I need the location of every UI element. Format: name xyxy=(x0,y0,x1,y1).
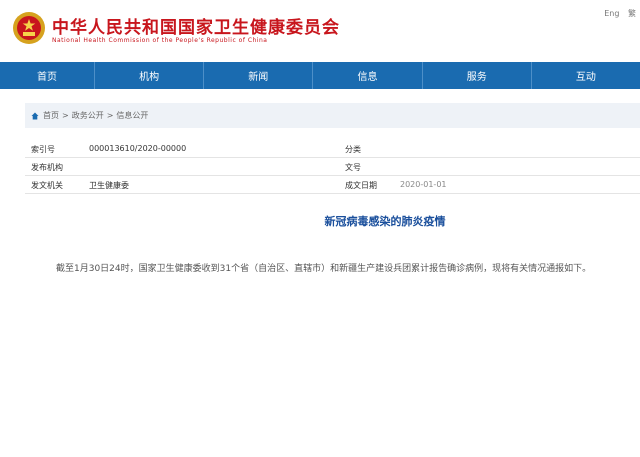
english-link[interactable]: Eng xyxy=(604,9,619,18)
site-title[interactable]: 中华人民共和国国家卫生健康委员会 xyxy=(52,13,340,38)
nav-item-news[interactable]: 新闻 xyxy=(204,62,314,89)
site-header: 中华人民共和国国家卫生健康委员会 National Health Commiss… xyxy=(0,0,640,60)
nav-item-institutions[interactable]: 机构 xyxy=(95,62,205,89)
meta-label-doc-number: 文号 xyxy=(345,163,361,172)
breadcrumb-item-info-disclosure[interactable]: 信息公开 xyxy=(116,110,148,121)
nav-item-home[interactable]: 首页 xyxy=(0,62,95,89)
meta-label-publisher: 发布机构 xyxy=(31,163,63,172)
main-nav: 首页 机构 新闻 信息 服务 互动 xyxy=(0,62,640,89)
home-icon[interactable] xyxy=(31,112,39,120)
traditional-chinese-link[interactable]: 繁 xyxy=(628,9,636,18)
meta-value-issuer: 卫生健康委 xyxy=(89,181,129,190)
meta-label-issuer: 发文机关 xyxy=(31,181,63,190)
top-links: Eng 繁 xyxy=(598,8,636,19)
breadcrumb-item-open-government[interactable]: 政务公开 xyxy=(72,110,104,121)
nav-item-information[interactable]: 信息 xyxy=(313,62,423,89)
meta-row: 发文机关 卫生健康委 成文日期 2020-01-01 xyxy=(25,176,640,194)
document-meta-table: 索引号 000013610/2020-00000 分类 发布机构 文号 发文机关… xyxy=(25,140,640,194)
breadcrumb: 首页 > 政务公开 > 信息公开 xyxy=(25,103,640,128)
breadcrumb-separator: > xyxy=(62,111,69,120)
article-body: 截至1月30日24时，国家卫生健康委收到31个省（自治区、直辖市）和新疆生产建设… xyxy=(56,264,592,274)
meta-value-index: 000013610/2020-00000 xyxy=(89,144,187,153)
meta-label-date: 成文日期 xyxy=(345,181,377,190)
meta-row: 索引号 000013610/2020-00000 分类 xyxy=(25,140,640,158)
nav-item-interaction[interactable]: 互动 xyxy=(532,62,640,89)
meta-label-category: 分类 xyxy=(345,145,361,154)
breadcrumb-item-home[interactable]: 首页 xyxy=(43,110,59,121)
breadcrumb-separator: > xyxy=(106,111,114,120)
national-emblem-icon[interactable] xyxy=(12,10,46,46)
site-subtitle: National Health Commission of the People… xyxy=(52,37,268,44)
meta-value-date: 2020-01-01 xyxy=(400,180,447,189)
meta-label-index: 索引号 xyxy=(31,145,55,154)
article-title: 新冠病毒感染的肺炎疫情 xyxy=(324,215,446,228)
nav-item-services[interactable]: 服务 xyxy=(423,62,532,89)
meta-row: 发布机构 文号 xyxy=(25,158,640,176)
